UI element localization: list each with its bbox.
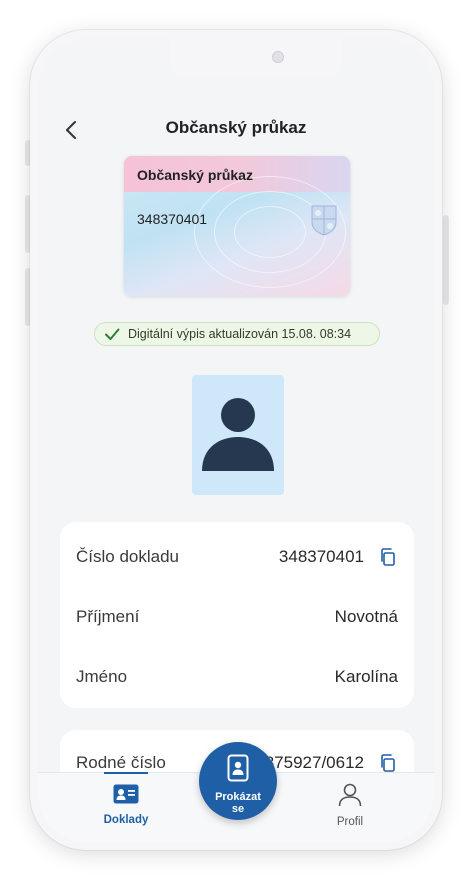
id-card-number: 348370401 bbox=[137, 211, 208, 227]
detail-row-surname: Příjmení Novotná bbox=[76, 602, 398, 632]
coat-of-arms-icon bbox=[311, 205, 337, 236]
detail-value: Novotná bbox=[334, 607, 398, 626]
nav-item-doklady[interactable]: Doklady bbox=[86, 783, 166, 826]
nav-item-profil[interactable]: Profil bbox=[310, 783, 390, 828]
status-text: Digitální výpis aktualizován 15.08. 08:3… bbox=[128, 327, 352, 341]
fab-label: Prokázat se bbox=[215, 791, 261, 815]
prove-identity-button[interactable]: Prokázat se bbox=[199, 742, 277, 820]
phone-id-icon bbox=[227, 754, 249, 782]
active-tab-indicator bbox=[104, 772, 148, 774]
id-card-title: Občanský průkaz bbox=[137, 167, 253, 183]
details-card: Číslo dokladu 348370401 Příjmení Novotná… bbox=[60, 522, 414, 708]
update-status-badge: Digitální výpis aktualizován 15.08. 08:3… bbox=[94, 322, 380, 346]
copy-icon[interactable] bbox=[378, 753, 398, 773]
id-card-icon bbox=[113, 784, 139, 804]
detail-value-wrap: 875927/0612 bbox=[265, 753, 398, 773]
nav-label: Profil bbox=[336, 816, 364, 828]
id-card-preview[interactable]: Občanský průkaz 348370401 bbox=[124, 156, 350, 296]
detail-value: 348370401 bbox=[278, 547, 364, 566]
nav-label: Doklady bbox=[103, 814, 149, 826]
detail-label: Číslo dokladu bbox=[76, 547, 180, 566]
copy-icon[interactable] bbox=[378, 547, 398, 567]
camera-icon bbox=[272, 51, 284, 63]
page-title: Občanský průkaz bbox=[165, 118, 307, 137]
phone-frame: Občanský průkaz Občanský průkaz 34837040… bbox=[30, 30, 442, 850]
detail-label: Jméno bbox=[76, 667, 128, 686]
detail-label: Rodné číslo bbox=[76, 753, 166, 772]
check-icon bbox=[105, 328, 120, 340]
detail-value-wrap: 348370401 bbox=[279, 547, 398, 567]
detail-row-first-name: Jméno Karolína bbox=[76, 662, 398, 692]
detail-value: Karolína bbox=[334, 667, 398, 686]
phone-side-button bbox=[443, 215, 449, 305]
detail-label: Příjmení bbox=[76, 607, 140, 626]
avatar-icon bbox=[202, 398, 274, 471]
app-header: Občanský průkaz bbox=[38, 108, 434, 152]
profile-photo-placeholder bbox=[192, 375, 284, 495]
detail-row-document-number: Číslo dokladu 348370401 bbox=[76, 542, 398, 572]
user-icon bbox=[338, 783, 362, 807]
app-stage: Občanský průkaz Občanský průkaz 34837040… bbox=[0, 0, 474, 882]
app-screen: Občanský průkaz Občanský průkaz 34837040… bbox=[38, 38, 434, 842]
detail-value: 875927/0612 bbox=[264, 753, 364, 772]
phone-notch bbox=[170, 38, 342, 78]
id-card-pattern bbox=[234, 206, 306, 258]
